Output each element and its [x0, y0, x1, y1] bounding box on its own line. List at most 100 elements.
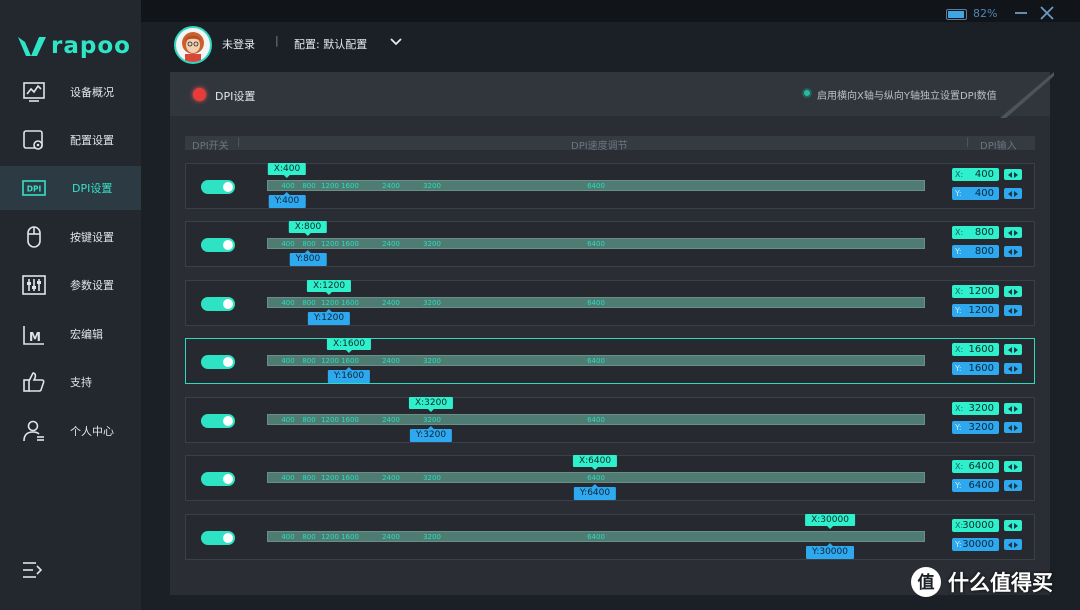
x-dpi-stepper[interactable] [1004, 169, 1022, 180]
arrow-right-icon[interactable] [1014, 541, 1018, 548]
arrow-left-icon[interactable] [1008, 229, 1012, 236]
avatar[interactable] [174, 26, 212, 64]
y-dpi-stepper[interactable] [1004, 305, 1022, 316]
y-dpi-handle[interactable]: Y:30000 [806, 543, 854, 559]
x-dpi-input[interactable]: X: 800 [952, 226, 999, 239]
dpi-slider-track[interactable]: 400 800 1200 1600 2400 3200 6400 [267, 355, 925, 366]
y-dpi-input[interactable]: Y: 400 [952, 187, 999, 200]
dpi-row[interactable]: 400 800 1200 1600 2400 3200 6400 X:1600 Y:1600 X:… [185, 338, 1035, 384]
sidebar-item-dpi[interactable]: DPI DPI设置 [0, 166, 141, 210]
sidebar-item-buttons[interactable]: 按键设置 [0, 215, 141, 259]
arrow-right-icon[interactable] [1014, 190, 1018, 197]
y-dpi-input[interactable]: Y: 3200 [952, 421, 999, 434]
arrow-right-icon[interactable] [1014, 405, 1018, 412]
dpi-enable-toggle[interactable] [201, 472, 235, 486]
dpi-slider-track[interactable]: 400 800 1200 1600 2400 3200 6400 [267, 472, 925, 483]
arrow-left-icon[interactable] [1008, 463, 1012, 470]
dpi-enable-toggle[interactable] [201, 180, 235, 194]
x-dpi-handle[interactable]: X:400 [267, 163, 307, 178]
sidebar-item-config[interactable]: 配置设置 [0, 118, 141, 162]
arrow-right-icon[interactable] [1014, 229, 1018, 236]
x-dpi-stepper[interactable] [1004, 286, 1022, 297]
arrow-left-icon[interactable] [1008, 190, 1012, 197]
sidebar-item-macro[interactable]: M 宏编辑 [0, 312, 141, 356]
y-dpi-stepper[interactable] [1004, 188, 1022, 199]
arrow-left-icon[interactable] [1008, 346, 1012, 353]
x-dpi-handle[interactable]: X:800 [288, 221, 328, 236]
dpi-slider-track[interactable]: 400 800 1200 1600 2400 3200 6400 [267, 180, 925, 191]
y-dpi-stepper[interactable] [1004, 480, 1022, 491]
minimize-button[interactable] [1014, 6, 1028, 20]
dpi-row[interactable]: 400 800 1200 1600 2400 3200 6400 X:400 Y:400 X: 40… [185, 163, 1035, 209]
dpi-enable-toggle[interactable] [201, 531, 235, 545]
arrow-left-icon[interactable] [1008, 424, 1012, 431]
arrow-left-icon[interactable] [1008, 405, 1012, 412]
dpi-enable-toggle[interactable] [201, 297, 235, 311]
xy-independent-radio[interactable] [802, 88, 812, 98]
dpi-row[interactable]: 400 800 1200 1600 2400 3200 6400 X:30000 Y:30000… [185, 514, 1035, 560]
y-dpi-handle[interactable]: Y:1200 [307, 309, 351, 325]
x-dpi-handle[interactable]: X:30000 [805, 514, 855, 529]
y-dpi-handle[interactable]: Y:400 [268, 192, 306, 208]
x-dpi-stepper[interactable] [1004, 520, 1022, 531]
arrow-left-icon[interactable] [1008, 171, 1012, 178]
arrow-left-icon[interactable] [1008, 541, 1012, 548]
arrow-right-icon[interactable] [1014, 307, 1018, 314]
arrow-right-icon[interactable] [1014, 424, 1018, 431]
dpi-row[interactable]: 400 800 1200 1600 2400 3200 6400 X:800 Y:800 X: 80… [185, 221, 1035, 267]
arrow-left-icon[interactable] [1008, 288, 1012, 295]
y-dpi-handle[interactable]: Y:6400 [573, 484, 617, 500]
arrow-right-icon[interactable] [1014, 288, 1018, 295]
close-button[interactable] [1039, 5, 1055, 21]
dpi-row[interactable]: 400 800 1200 1600 2400 3200 6400 X:3200 Y:3200 X:… [185, 397, 1035, 443]
dpi-slider-track[interactable]: 400 800 1200 1600 2400 3200 6400 [267, 297, 925, 308]
dpi-row[interactable]: 400 800 1200 1600 2400 3200 6400 X:6400 Y:6400 X:… [185, 455, 1035, 501]
arrow-right-icon[interactable] [1014, 248, 1018, 255]
y-dpi-handle[interactable]: Y:3200 [409, 426, 453, 442]
collapse-menu-icon[interactable] [22, 560, 44, 580]
x-dpi-stepper[interactable] [1004, 227, 1022, 238]
x-dpi-stepper[interactable] [1004, 403, 1022, 414]
dpi-slider-track[interactable]: 400 800 1200 1600 2400 3200 6400 [267, 531, 925, 542]
dpi-slider-track[interactable]: 400 800 1200 1600 2400 3200 6400 [267, 238, 925, 249]
y-dpi-input[interactable]: Y: 6400 [952, 479, 999, 492]
chevron-down-icon[interactable] [388, 36, 404, 48]
y-dpi-input[interactable]: Y: 30000 [952, 538, 999, 551]
x-dpi-stepper[interactable] [1004, 344, 1022, 355]
y-dpi-input[interactable]: Y: 1200 [952, 304, 999, 317]
y-dpi-handle[interactable]: Y:800 [289, 250, 327, 266]
user-name[interactable]: 未登录 [222, 36, 255, 52]
arrow-right-icon[interactable] [1014, 346, 1018, 353]
y-dpi-input[interactable]: Y: 1600 [952, 362, 999, 375]
x-dpi-input[interactable]: X: 3200 [952, 402, 999, 415]
dpi-enable-toggle[interactable] [201, 238, 235, 252]
arrow-right-icon[interactable] [1014, 463, 1018, 470]
dpi-slider-track[interactable]: 400 800 1200 1600 2400 3200 6400 [267, 414, 925, 425]
y-dpi-stepper[interactable] [1004, 539, 1022, 550]
dpi-enable-toggle[interactable] [201, 355, 235, 369]
x-dpi-input[interactable]: X: 1200 [952, 285, 999, 298]
sidebar-item-personal[interactable]: 个人中心 [0, 409, 141, 453]
arrow-left-icon[interactable] [1008, 365, 1012, 372]
x-dpi-handle[interactable]: X:6400 [572, 455, 618, 470]
arrow-left-icon[interactable] [1008, 482, 1012, 489]
y-dpi-stepper[interactable] [1004, 246, 1022, 257]
arrow-left-icon[interactable] [1008, 522, 1012, 529]
x-dpi-input[interactable]: X: 1600 [952, 343, 999, 356]
y-dpi-stepper[interactable] [1004, 422, 1022, 433]
arrow-right-icon[interactable] [1014, 171, 1018, 178]
y-dpi-handle[interactable]: Y:1600 [327, 367, 371, 383]
dpi-row[interactable]: 400 800 1200 1600 2400 3200 6400 X:1200 Y:1200 X:… [185, 280, 1035, 326]
x-dpi-handle[interactable]: X:1600 [326, 338, 372, 353]
arrow-left-icon[interactable] [1008, 307, 1012, 314]
x-dpi-handle[interactable]: X:3200 [408, 397, 454, 412]
arrow-right-icon[interactable] [1014, 482, 1018, 489]
y-dpi-stepper[interactable] [1004, 363, 1022, 374]
xy-independent-label[interactable]: 启用横向X轴与纵向Y轴独立设置DPI数值 [817, 87, 997, 102]
sidebar-item-device-overview[interactable]: 设备概况 [0, 70, 141, 114]
x-dpi-input[interactable]: X: 400 [952, 168, 999, 181]
x-dpi-input[interactable]: X: 6400 [952, 460, 999, 473]
x-dpi-stepper[interactable] [1004, 461, 1022, 472]
config-label[interactable]: 配置: 默认配置 [294, 36, 367, 52]
x-dpi-handle[interactable]: X:1200 [306, 280, 352, 295]
